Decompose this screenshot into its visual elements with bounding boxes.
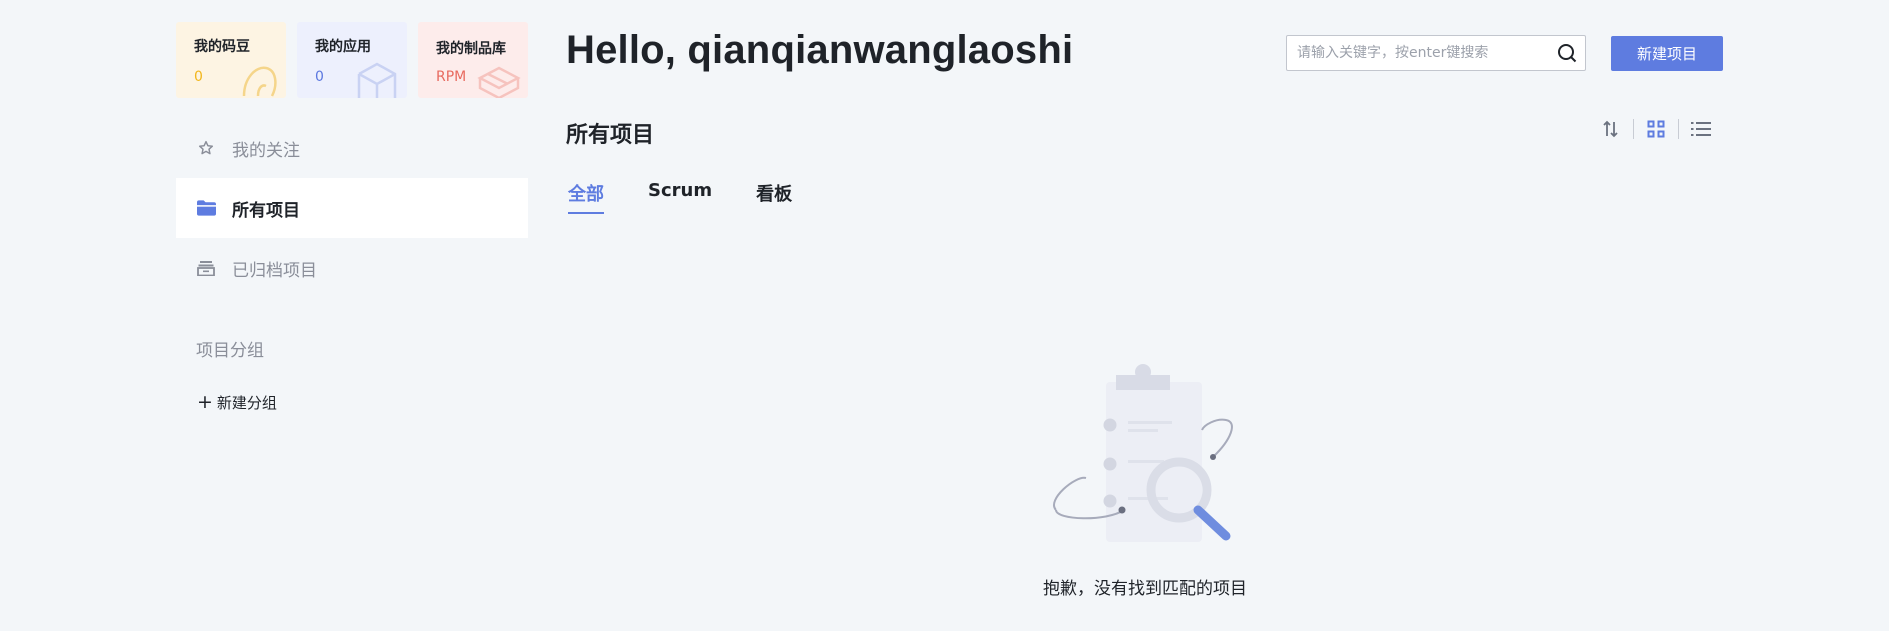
search-icon[interactable] <box>1549 43 1585 63</box>
apps-card-title: 我的应用 <box>315 39 371 55</box>
folder-icon <box>196 198 216 218</box>
section-title: 所有项目 <box>566 123 655 148</box>
view-toolbar <box>1600 118 1712 140</box>
sidebar-item-all-projects[interactable]: 所有项目 <box>176 178 528 238</box>
new-group-label: 新建分组 <box>216 394 277 412</box>
archive-icon <box>196 258 216 278</box>
list-view-icon[interactable] <box>1690 118 1712 140</box>
artifact-repo-card[interactable]: 我的制品库 RPM <box>418 22 528 98</box>
toolbar-divider <box>1633 119 1634 139</box>
coins-card[interactable]: 我的码豆 0 <box>176 22 286 98</box>
coins-card-title: 我的码豆 <box>194 39 250 55</box>
tab-kanban[interactable]: 看板 <box>756 180 792 218</box>
package-deco-icon <box>477 66 521 98</box>
sort-icon[interactable] <box>1600 118 1622 140</box>
grid-view-icon[interactable] <box>1645 118 1667 140</box>
artifact-repo-card-title: 我的制品库 <box>436 41 506 57</box>
search-input[interactable] <box>1287 36 1549 70</box>
project-groups-title: 项目分组 <box>196 341 264 361</box>
tab-all[interactable]: 全部 <box>568 180 604 218</box>
coin-deco-icon <box>242 66 277 97</box>
sidebar-item-archived[interactable]: 已归档项目 <box>176 238 528 298</box>
star-icon <box>196 138 216 158</box>
search-box <box>1286 35 1586 71</box>
tab-scrum[interactable]: Scrum <box>648 180 712 218</box>
sidebar-nav: 我的关注 所有项目 已归档项目 <box>176 118 528 298</box>
cube-deco-icon <box>357 62 397 98</box>
summary-cards: 我的码豆 0 我的应用 0 我的制品库 RPM <box>176 22 528 98</box>
sidebar-item-label: 我的关注 <box>232 140 300 161</box>
sidebar-item-label: 所有项目 <box>232 200 300 221</box>
toolbar-divider <box>1678 119 1679 139</box>
empty-state-illustration <box>1053 364 1233 542</box>
sidebar-item-label: 已归档项目 <box>232 260 317 281</box>
project-type-tabs: 全部 Scrum 看板 <box>568 180 836 218</box>
new-project-button[interactable]: 新建项目 <box>1611 36 1723 71</box>
empty-state-message: 抱歉，没有找到匹配的项目 <box>1043 579 1247 599</box>
apps-card[interactable]: 我的应用 0 <box>297 22 407 98</box>
new-group-button[interactable]: + 新建分组 <box>197 392 277 413</box>
plus-icon: + <box>197 391 213 413</box>
sidebar-item-following[interactable]: 我的关注 <box>176 118 528 178</box>
page-greeting: Hello, qianqianwanglaoshi <box>566 28 1074 72</box>
